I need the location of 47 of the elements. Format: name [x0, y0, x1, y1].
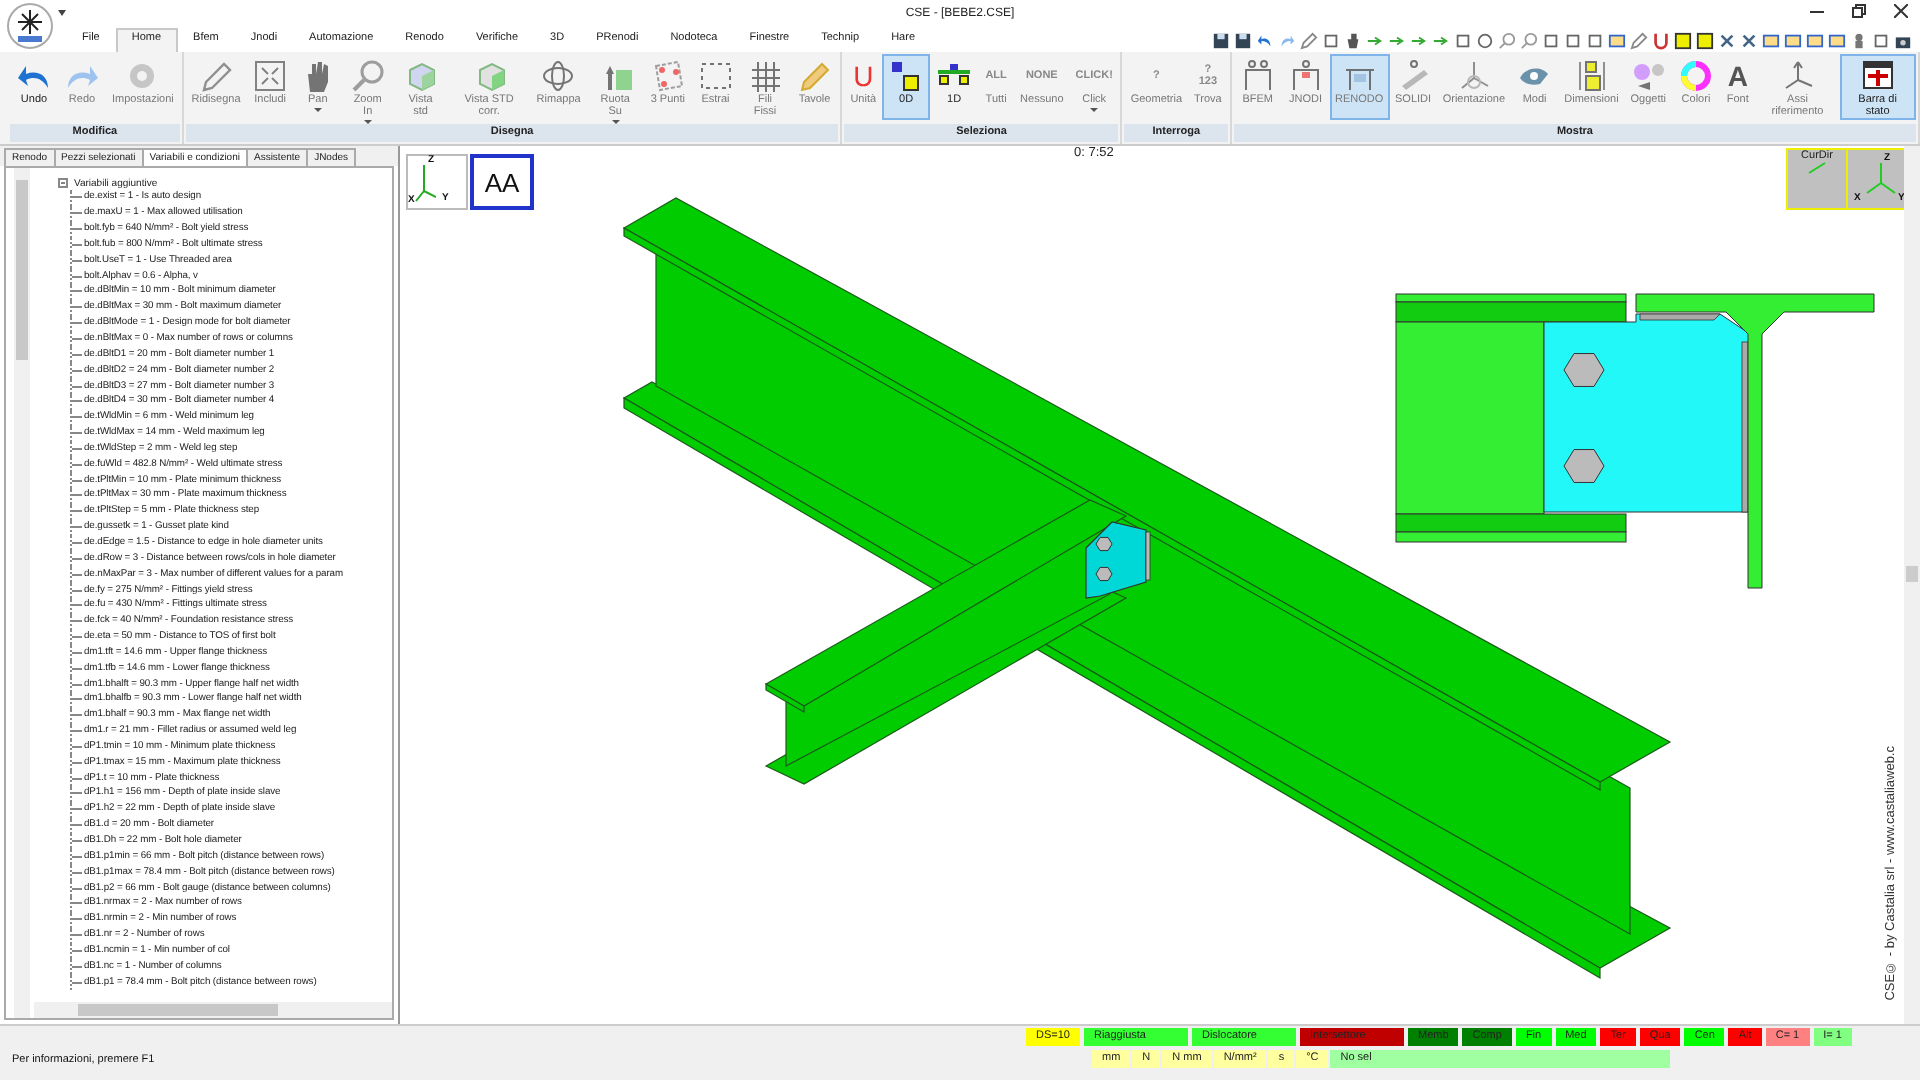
caret-icon[interactable]	[58, 10, 66, 16]
scrollbar[interactable]	[14, 168, 30, 1018]
connection-plate-drawing	[1085, 521, 1151, 599]
axes-icon	[414, 163, 436, 201]
points-icon	[649, 58, 686, 94]
node-icon[interactable]	[1674, 31, 1692, 49]
pencil-icon[interactable]	[1630, 31, 1648, 49]
orbit-icon	[540, 58, 577, 94]
hand-icon[interactable]	[1344, 31, 1362, 49]
shapes-icon	[1630, 58, 1667, 94]
magnet-icon[interactable]	[1652, 31, 1670, 49]
arrow-icon[interactable]	[1432, 31, 1450, 49]
scrollbar[interactable]	[1904, 146, 1920, 1024]
magnifier-icon[interactable]	[1520, 31, 1538, 49]
collapse-icon[interactable]	[58, 178, 68, 188]
square-icon[interactable]	[1454, 31, 1472, 49]
magnifier-icon	[349, 58, 386, 94]
close-icon[interactable]	[1894, 4, 1908, 18]
square-icon[interactable]	[1872, 31, 1890, 49]
icon-label: A	[1727, 58, 1748, 94]
node-icon	[888, 58, 925, 94]
square-icon[interactable]	[1322, 31, 1340, 49]
node-icon[interactable]	[1696, 31, 1714, 49]
person-icon[interactable]	[1850, 31, 1868, 49]
restore-icon[interactable]	[1852, 4, 1866, 18]
dashed-frame-icon	[697, 58, 734, 94]
status-bar-icon	[1859, 58, 1896, 94]
square-icon[interactable]	[1542, 31, 1560, 49]
dimension-icon	[1573, 58, 1610, 94]
axes-icon	[1865, 161, 1895, 193]
camera-icon[interactable]	[1894, 31, 1912, 49]
arrow-icon[interactable]	[1388, 31, 1406, 49]
pencil-icon	[796, 58, 833, 94]
circle-icon[interactable]	[1476, 31, 1494, 49]
scrollbar[interactable]	[34, 1002, 392, 1018]
square-icon[interactable]	[1586, 31, 1604, 49]
arrow-icon[interactable]	[1410, 31, 1428, 49]
pencil-icon[interactable]	[1300, 31, 1318, 49]
magnifier-icon[interactable]	[1498, 31, 1516, 49]
icon-label: U	[853, 58, 874, 94]
view-label[interactable]: AA	[470, 154, 534, 210]
pencil-icon	[198, 58, 235, 94]
square-icon[interactable]	[1564, 31, 1582, 49]
grid-icon	[747, 58, 783, 94]
undo-icon[interactable]	[1256, 31, 1274, 49]
expand-frame-icon	[252, 58, 289, 94]
color-wheel-icon	[1677, 58, 1714, 94]
